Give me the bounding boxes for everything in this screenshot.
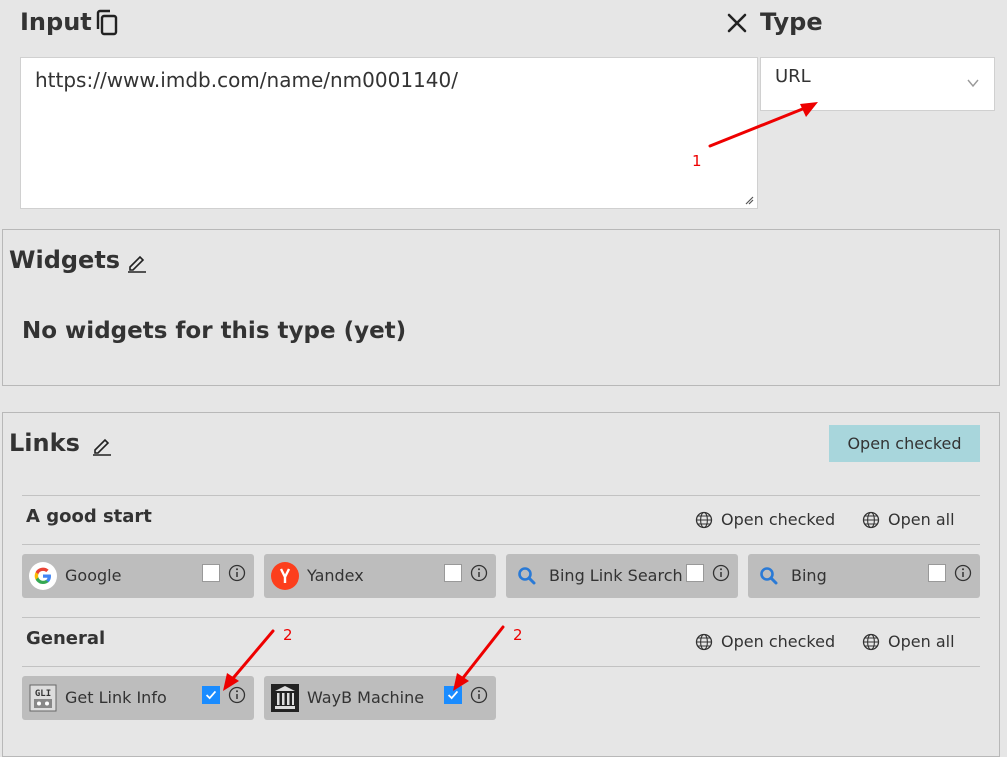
link-card-yandex[interactable]: Yandex <box>264 554 496 598</box>
link-card-bing-link-search[interactable]: Bing Link Search <box>506 554 738 598</box>
annotation-arrow-2 <box>223 629 275 691</box>
widgets-panel <box>2 229 1000 386</box>
type-title: Type <box>760 8 823 36</box>
widgets-empty-message: No widgets for this type (yet) <box>22 318 407 344</box>
group-open-checked[interactable]: Open checked <box>695 632 835 651</box>
link-checkbox[interactable] <box>202 564 220 582</box>
group-open-all[interactable]: Open all <box>862 510 955 529</box>
group-open-all[interactable]: Open all <box>862 632 955 651</box>
edit-pencil-icon[interactable] <box>126 251 148 273</box>
edit-pencil-icon[interactable] <box>91 434 113 456</box>
copy-icon[interactable] <box>94 9 120 37</box>
input-value: https://www.imdb.com/name/nm0001140/ <box>35 68 458 92</box>
magnifier-icon <box>760 567 778 585</box>
globe-icon <box>862 633 880 650</box>
link-label: Google <box>65 566 122 585</box>
group-header: A good start Open checked Open all <box>22 495 980 545</box>
link-label: Bing <box>791 566 827 585</box>
annotation-arrow-1 <box>708 102 818 148</box>
globe-icon <box>862 511 880 528</box>
globe-icon <box>695 633 713 650</box>
group-title: A good start <box>26 506 152 527</box>
open-checked-label: Open checked <box>721 510 836 529</box>
link-card-google[interactable]: Google <box>22 554 254 598</box>
link-label: WayB Machine <box>307 688 425 707</box>
input-textarea[interactable]: https://www.imdb.com/name/nm0001140/ <box>20 57 758 209</box>
type-select-value: URL <box>775 66 811 87</box>
widgets-title: Widgets <box>9 246 121 274</box>
open-all-label: Open all <box>888 632 955 651</box>
group-title: General <box>26 628 106 649</box>
info-icon[interactable] <box>228 564 246 582</box>
link-label: Yandex <box>307 566 364 585</box>
svg-text:GLI: GLI <box>35 689 51 699</box>
group-open-checked[interactable]: Open checked <box>695 510 835 529</box>
info-icon[interactable] <box>470 564 488 582</box>
magnifier-icon <box>518 567 536 585</box>
link-label: Get Link Info <box>65 688 167 707</box>
close-icon[interactable] <box>724 10 750 36</box>
globe-icon <box>695 511 713 528</box>
info-icon[interactable] <box>712 564 730 582</box>
input-title: Input <box>20 8 92 36</box>
google-icon <box>29 562 57 590</box>
chevron-down-icon <box>967 79 979 88</box>
link-card-bing[interactable]: Bing <box>748 554 980 598</box>
link-checkbox[interactable] <box>444 564 462 582</box>
open-checked-button[interactable]: Open checked <box>829 425 980 462</box>
open-checked-label: Open checked <box>721 632 836 651</box>
links-title: Links <box>9 429 80 457</box>
link-label: Bing Link Search <box>549 566 683 585</box>
link-checkbox[interactable] <box>928 564 946 582</box>
yandex-icon <box>271 562 299 590</box>
resize-grip-icon[interactable] <box>744 195 754 205</box>
link-checkbox[interactable] <box>686 564 704 582</box>
info-icon[interactable] <box>954 564 972 582</box>
open-all-label: Open all <box>888 510 955 529</box>
gli-icon: GLI <box>29 684 57 712</box>
annotation-arrow-3 <box>453 625 505 691</box>
